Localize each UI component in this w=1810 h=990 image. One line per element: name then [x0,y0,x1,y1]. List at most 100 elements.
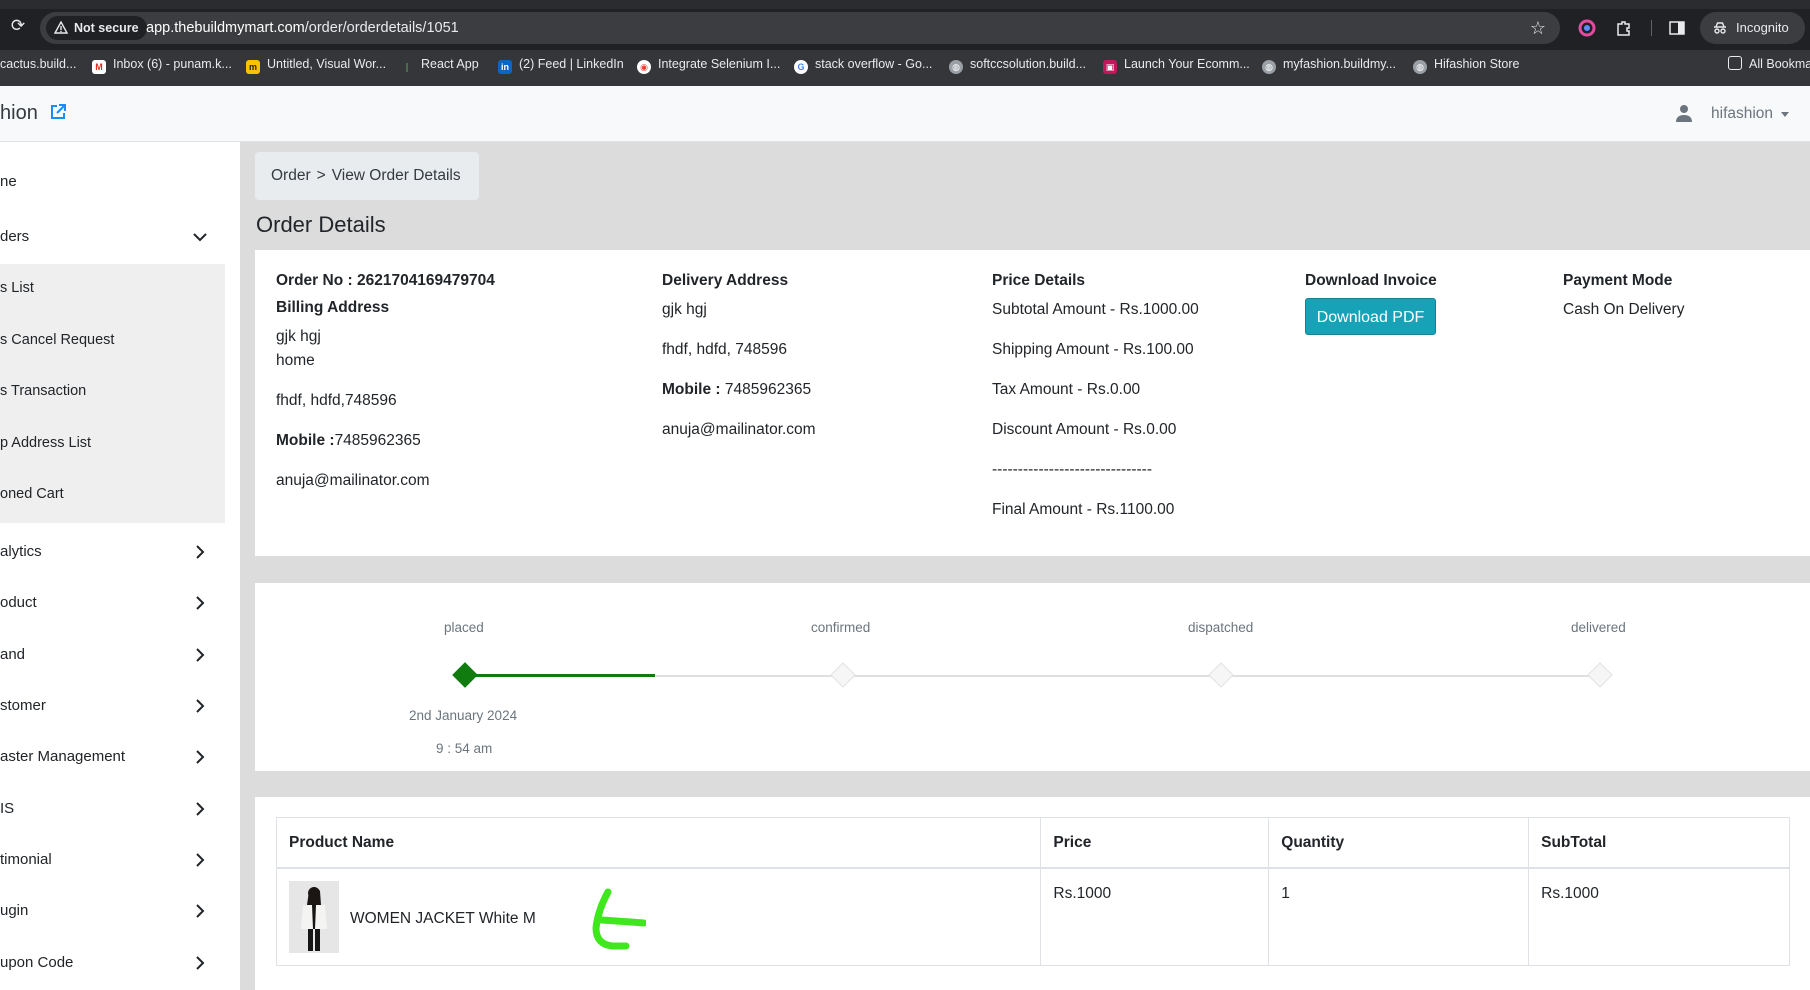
price-title: Price Details [992,272,1086,289]
bookmark-item[interactable]: in (2) Feed | LinkedIn [498,50,624,86]
download-pdf-button[interactable]: Download PDF [1305,298,1436,335]
sidebar-subitem-orders-list[interactable]: s List [0,268,225,308]
breadcrumb: Order > View Order Details [255,152,479,200]
bookmarks-bar: cactus.build... M Inbox (6) - punam.k... … [0,50,1810,86]
sidebar-item-home[interactable]: ne [0,160,225,204]
jacket-model-image [289,880,339,953]
invoice-title: Download Invoice [1305,272,1437,289]
billing-email: anuja@mailinator.com [276,472,430,489]
shipping-amount: Shipping Amount - Rs.100.00 [992,341,1194,358]
external-link-icon[interactable] [49,103,67,121]
chevron-right-icon [196,853,205,867]
incognito-icon [1714,22,1726,34]
bookmark-item[interactable]: ◉ Integrate Selenium I... [637,50,780,86]
globe-icon: ◍ [1262,60,1276,74]
linkedin-icon: in [498,60,512,74]
chevron-right-icon [196,596,205,610]
table-header-row: Product Name Price Quantity SubTotal [275,817,1790,869]
breadcrumb-current: View Order Details [331,167,461,184]
product-image [289,880,339,953]
chevron-down-icon [193,233,207,242]
address-bar[interactable]: Not secure app.thebuildmymart.com/order/… [40,12,1560,44]
react-app-icon: ❘ [400,60,414,74]
url-text[interactable]: app.thebuildmymart.com/order/orderdetail… [146,12,459,44]
gmail-icon: M [92,60,106,74]
incognito-badge[interactable]: Incognito [1700,12,1805,44]
bookmark-item[interactable]: m Untitled, Visual Wor... [246,50,386,86]
chevron-right-icon [196,802,205,816]
bookmark-item[interactable]: ▣ Launch Your Ecomm... [1103,50,1250,86]
sidebar-item-cms[interactable]: IS [0,787,225,831]
sidebar-subitem-cancel-request[interactable]: s Cancel Request [0,320,225,360]
product-subtotal: Rs.1000 [1528,867,1790,966]
chevron-right-icon [196,956,205,970]
chevron-right-icon [196,750,205,764]
bookmark-item[interactable]: ◍ Hifashion Store [1413,50,1519,86]
billing-name: gjk hgj [276,328,321,345]
product-name[interactable]: WOMEN JACKET White M [350,910,536,928]
app-header: hion hifashion [0,86,1810,142]
delivery-email: anuja@mailinator.com [662,421,816,438]
bookmark-item[interactable]: ❘ React App [400,50,479,86]
placed-date: 2nd January 2024 [409,708,518,723]
sidebar-item-customer[interactable]: stomer [0,684,225,728]
page-title: Order Details [256,212,386,237]
delivery-mobile: Mobile : 7485962365 [662,381,812,398]
bookmark-item[interactable]: Gstack overflow - Go... [794,50,932,86]
sidebar-item-plugin[interactable]: ugin [0,889,225,933]
step-label-dispatched: dispatched [1188,620,1254,635]
sidebar: ne ders s List s Cancel Request s Transa… [0,142,240,990]
column-header-subtotal: SubTotal [1528,817,1790,869]
extension-color-icon[interactable] [1578,19,1596,37]
google-icon: G [794,60,808,74]
payment-title: Payment Mode [1563,272,1673,289]
reload-icon[interactable]: ⟳ [8,16,28,36]
billing-title: Billing Address [276,299,390,316]
bookmark-star-icon[interactable]: ☆ [1530,18,1546,38]
user-icon [1676,105,1692,122]
sidebar-subitem-address-list[interactable]: p Address List [0,423,225,463]
breadcrumb-order-link[interactable]: Order [271,167,311,184]
delivery-name: gjk hgj [662,301,707,318]
sidebar-item-product[interactable]: oduct [0,581,225,625]
product-cell: WOMEN JACKET White M [275,867,1042,966]
sidebar-subitem-abandoned-cart[interactable]: oned Cart [0,474,225,514]
bookmark-item[interactable]: M Inbox (6) - punam.k... [92,50,232,86]
step-label-delivered: delivered [1571,620,1626,635]
folder-icon [1728,56,1742,70]
discount-amount: Discount Amount - Rs.0.00 [992,421,1177,438]
toolbar-divider [1651,20,1652,36]
store-icon: ▣ [1103,60,1117,74]
tracker-line-progress [465,674,655,677]
sidebar-item-master-management[interactable]: aster Management [0,735,225,779]
brand-name[interactable]: hion [0,102,38,125]
globe-icon: ◍ [1413,60,1427,74]
all-bookmarks[interactable]: All Bookma [1728,50,1810,86]
sidebar-item-testimonial[interactable]: timonial [0,838,225,882]
table-row: WOMEN JACKET White M Rs.1000 1 Rs.1000 [275,867,1790,966]
extensions-puzzle-icon[interactable] [1615,19,1633,37]
price-divider: ------------------------------- [992,461,1153,478]
side-panel-icon[interactable] [1668,19,1686,37]
chevron-right-icon [196,648,205,662]
payment-mode: Cash On Delivery [1563,301,1685,318]
placed-time: 9 : 54 am [436,741,493,756]
sidebar-item-orders[interactable]: ders [0,215,225,259]
sidebar-subitem-transaction[interactable]: s Transaction [0,371,225,411]
globe-icon: ◍ [949,60,963,74]
security-indicator[interactable]: Not secure [46,16,147,40]
bookmark-item[interactable]: ◍ softccsolution.build... [949,50,1086,86]
chevron-down-icon [1781,112,1789,117]
chrome-icon: ◉ [637,60,651,74]
bookmark-item[interactable]: cactus.build... [0,50,76,86]
column-header-price: Price [1040,817,1270,869]
warning-icon [54,21,68,34]
delivery-address: fhdf, hdfd, 748596 [662,341,787,358]
product-price: Rs.1000 [1040,867,1270,966]
miro-icon: m [246,60,260,74]
sidebar-item-analytics[interactable]: alytics [0,530,225,574]
sidebar-item-coupon-code[interactable]: upon Code [0,941,225,985]
sidebar-item-brand[interactable]: and [0,633,225,677]
bookmark-item[interactable]: ◍ myfashion.buildmy... [1262,50,1396,86]
billing-address: fhdf, hdfd,748596 [276,392,397,409]
